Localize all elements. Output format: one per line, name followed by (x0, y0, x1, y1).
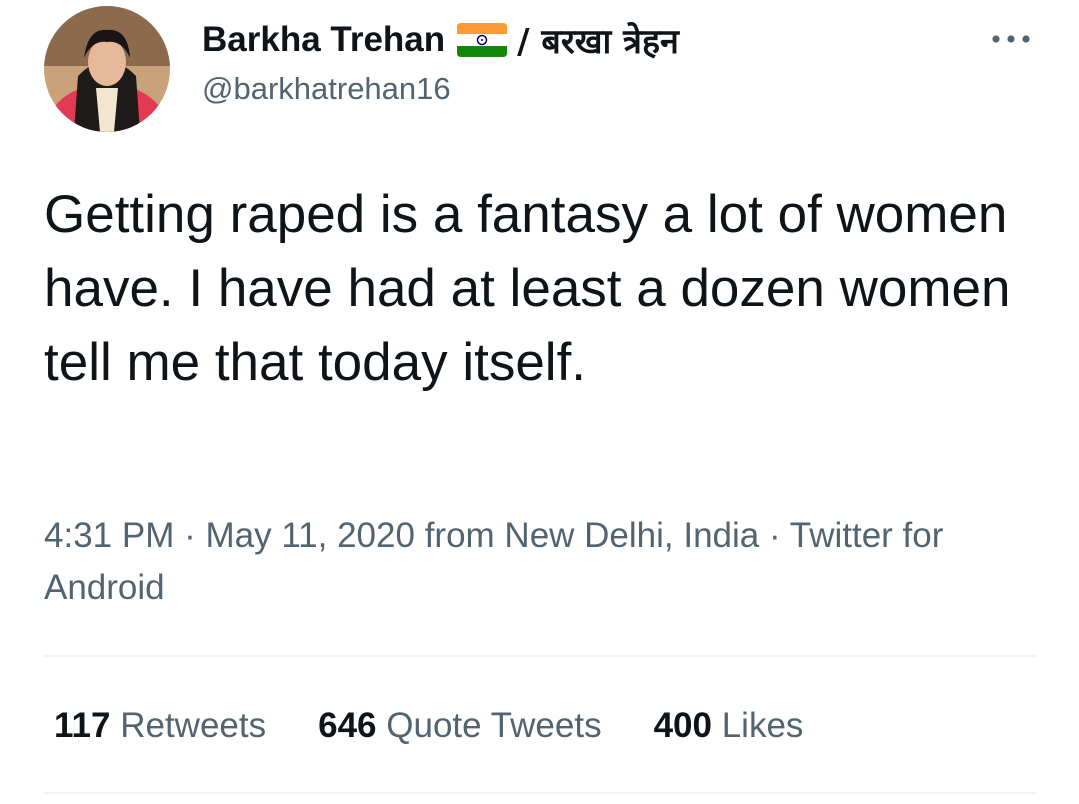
likes-count: 400 (653, 706, 712, 745)
engagement-stats: 117 Retweets 646 Quote Tweets 400 Likes (54, 698, 855, 754)
divider (44, 792, 1036, 794)
likes-label: Likes (721, 706, 804, 745)
meta-separator: · (759, 516, 790, 555)
tweet-location: from New Delhi, India (414, 516, 760, 555)
avatar-image (44, 6, 170, 132)
tweet-meta: 4:31 PM · May 11, 2020 from New Delhi, I… (44, 510, 1044, 614)
india-flag-icon (457, 23, 508, 57)
quote-tweets-stat[interactable]: 646 Quote Tweets (318, 706, 601, 746)
retweets-label: Retweets (120, 706, 267, 745)
quote-tweets-count: 646 (318, 706, 377, 745)
divider (44, 655, 1036, 657)
retweets-count: 117 (54, 706, 111, 745)
tweet-date[interactable]: May 11, 2020 (205, 516, 415, 555)
display-name[interactable]: Barkha Trehan (202, 20, 445, 60)
retweets-stat[interactable]: 117 Retweets (54, 706, 266, 746)
avatar[interactable] (44, 6, 170, 132)
likes-stat[interactable]: 400 Likes (654, 706, 804, 746)
tweet-time[interactable]: 4:31 PM (44, 516, 174, 555)
author-name-row[interactable]: Barkha Trehan / बरखा त्रेहन (202, 16, 679, 64)
native-name: / बरखा त्रेहन (517, 22, 679, 62)
quote-tweets-label: Quote Tweets (386, 706, 602, 745)
meta-separator: · (174, 516, 206, 555)
user-handle[interactable]: @barkhatrehan16 (202, 71, 451, 107)
more-options-icon[interactable] (986, 24, 1036, 54)
tweet-text: Getting raped is a fantasy a lot of wome… (44, 185, 1011, 392)
